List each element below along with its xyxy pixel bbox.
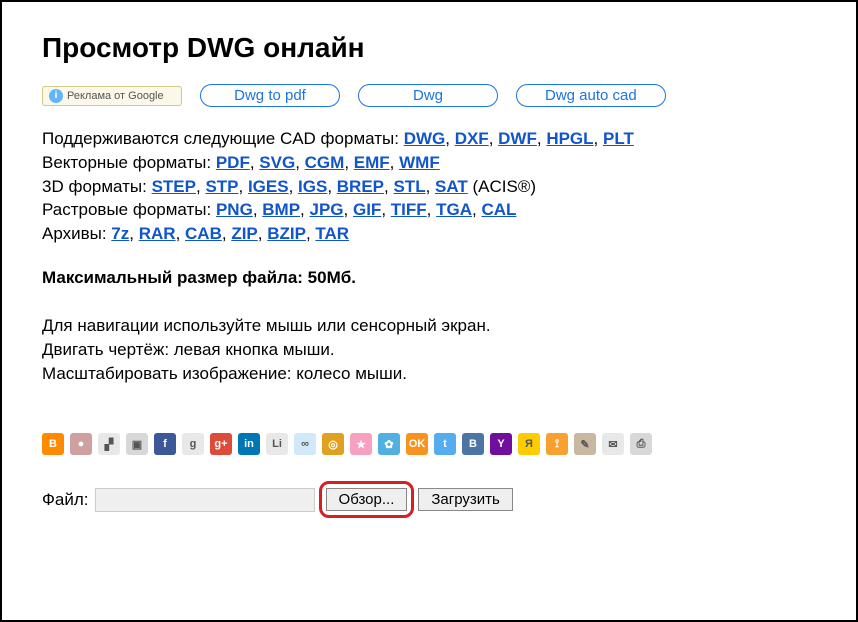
browse-button[interactable]: Обзор... bbox=[326, 488, 408, 511]
ad-row: i Реклама от Google Dwg to pdf Dwg Dwg a… bbox=[42, 84, 816, 107]
format-link-dwg[interactable]: DWG bbox=[404, 129, 446, 148]
linkedin-icon[interactable]: in bbox=[238, 433, 260, 455]
file-label: Файл: bbox=[42, 490, 89, 510]
page-title: Просмотр DWG онлайн bbox=[42, 32, 816, 64]
format-link-tiff[interactable]: TIFF bbox=[391, 200, 427, 219]
file-path-input[interactable] bbox=[95, 488, 315, 512]
reddit-icon[interactable]: ● bbox=[70, 433, 92, 455]
max-filesize: Максимальный размер файла: 50Мб. bbox=[42, 268, 816, 288]
format-link-bzip[interactable]: BZIP bbox=[267, 224, 306, 243]
formats-3d-line: 3D форматы: STEP, STP, IGES, IGS, BREP, … bbox=[42, 175, 816, 199]
format-suffix: (ACIS®) bbox=[468, 177, 536, 196]
print-icon[interactable]: ⎙ bbox=[630, 433, 652, 455]
format-label: 3D форматы: bbox=[42, 177, 152, 196]
format-link-tga[interactable]: TGA bbox=[436, 200, 472, 219]
chain-icon[interactable]: ∞ bbox=[294, 433, 316, 455]
format-link-tar[interactable]: TAR bbox=[315, 224, 349, 243]
format-link-plt[interactable]: PLT bbox=[603, 129, 634, 148]
format-link-iges[interactable]: IGES bbox=[248, 177, 289, 196]
format-link-emf[interactable]: EMF bbox=[354, 153, 390, 172]
vk-icon[interactable]: B bbox=[462, 433, 484, 455]
ad-pill-dwg-to-pdf[interactable]: Dwg to pdf bbox=[200, 84, 340, 107]
formats-archive-line: Архивы: 7z, RAR, CAB, ZIP, BZIP, TAR bbox=[42, 222, 816, 246]
odnoklassniki-icon[interactable]: OK bbox=[406, 433, 428, 455]
favorite-icon[interactable]: ★ bbox=[350, 433, 372, 455]
format-link-7z[interactable]: 7z bbox=[111, 224, 129, 243]
mail-icon[interactable]: ✉ bbox=[602, 433, 624, 455]
format-link-jpg[interactable]: JPG bbox=[310, 200, 344, 219]
formats-vector-line: Векторные форматы: PDF, SVG, CGM, EMF, W… bbox=[42, 151, 816, 175]
format-link-svg[interactable]: SVG bbox=[259, 153, 295, 172]
post-icon[interactable]: ✎ bbox=[574, 433, 596, 455]
facebook-icon[interactable]: f bbox=[154, 433, 176, 455]
ad-pill-dwg[interactable]: Dwg bbox=[358, 84, 498, 107]
formats-block: Поддерживаются следующие CAD форматы: DW… bbox=[42, 127, 816, 246]
share-row: B●▞▣fgg+inLi∞◎★✿OKtBYЯ⟟✎✉⎙ bbox=[42, 433, 816, 455]
rss-icon[interactable]: ⟟ bbox=[546, 433, 568, 455]
nav-help-line-3: Масштабировать изображение: колесо мыши. bbox=[42, 362, 816, 386]
format-link-cgm[interactable]: CGM bbox=[305, 153, 345, 172]
yahoo-icon[interactable]: Y bbox=[490, 433, 512, 455]
file-upload-row: Файл: Обзор... Загрузить bbox=[42, 481, 816, 518]
yandex-icon[interactable]: Я bbox=[518, 433, 540, 455]
livejournal-icon[interactable]: Li bbox=[266, 433, 288, 455]
format-link-cab[interactable]: CAB bbox=[185, 224, 222, 243]
format-label: Векторные форматы: bbox=[42, 153, 216, 172]
format-label: Поддерживаются следующие CAD форматы: bbox=[42, 129, 404, 148]
delicious-icon[interactable]: ▞ bbox=[98, 433, 120, 455]
page-container: Просмотр DWG онлайн i Реклама от Google … bbox=[0, 0, 858, 622]
format-link-rar[interactable]: RAR bbox=[139, 224, 176, 243]
format-link-brep[interactable]: BREP bbox=[337, 177, 384, 196]
format-link-stl[interactable]: STL bbox=[393, 177, 425, 196]
gplus-icon[interactable]: g+ bbox=[210, 433, 232, 455]
format-link-cal[interactable]: CAL bbox=[481, 200, 516, 219]
format-link-dwf[interactable]: DWF bbox=[498, 129, 537, 148]
upload-button[interactable]: Загрузить bbox=[418, 488, 513, 511]
format-link-stp[interactable]: STP bbox=[205, 177, 238, 196]
myspace-icon[interactable]: ◎ bbox=[322, 433, 344, 455]
nav-help: Для навигации используйте мышь или сенсо… bbox=[42, 314, 816, 385]
nav-help-line-1: Для навигации используйте мышь или сенсо… bbox=[42, 314, 816, 338]
digg-icon[interactable]: ▣ bbox=[126, 433, 148, 455]
ad-badge: i Реклама от Google bbox=[42, 86, 182, 106]
share-icon[interactable]: ✿ bbox=[378, 433, 400, 455]
format-label: Растровые форматы: bbox=[42, 200, 216, 219]
format-link-step[interactable]: STEP bbox=[152, 177, 196, 196]
ad-badge-label: Реклама от Google bbox=[67, 90, 164, 102]
format-link-wmf[interactable]: WMF bbox=[399, 153, 440, 172]
formats-raster-line: Растровые форматы: PNG, BMP, JPG, GIF, T… bbox=[42, 198, 816, 222]
format-link-png[interactable]: PNG bbox=[216, 200, 253, 219]
format-link-hpgl[interactable]: HPGL bbox=[546, 129, 593, 148]
ad-pill-dwg-auto-cad[interactable]: Dwg auto cad bbox=[516, 84, 666, 107]
browse-highlight: Обзор... bbox=[319, 481, 415, 518]
format-link-zip[interactable]: ZIP bbox=[231, 224, 257, 243]
nav-help-line-2: Двигать чертёж: левая кнопка мыши. bbox=[42, 338, 816, 362]
twitter-icon[interactable]: t bbox=[434, 433, 456, 455]
formats-cad-line: Поддерживаются следующие CAD форматы: DW… bbox=[42, 127, 816, 151]
google-icon[interactable]: g bbox=[182, 433, 204, 455]
format-link-igs[interactable]: IGS bbox=[298, 177, 327, 196]
blogger-icon[interactable]: B bbox=[42, 433, 64, 455]
format-link-bmp[interactable]: BMP bbox=[262, 200, 300, 219]
format-link-gif[interactable]: GIF bbox=[353, 200, 381, 219]
format-link-sat[interactable]: SAT bbox=[435, 177, 468, 196]
info-icon: i bbox=[49, 89, 63, 103]
format-link-pdf[interactable]: PDF bbox=[216, 153, 250, 172]
format-label: Архивы: bbox=[42, 224, 111, 243]
format-link-dxf[interactable]: DXF bbox=[455, 129, 489, 148]
